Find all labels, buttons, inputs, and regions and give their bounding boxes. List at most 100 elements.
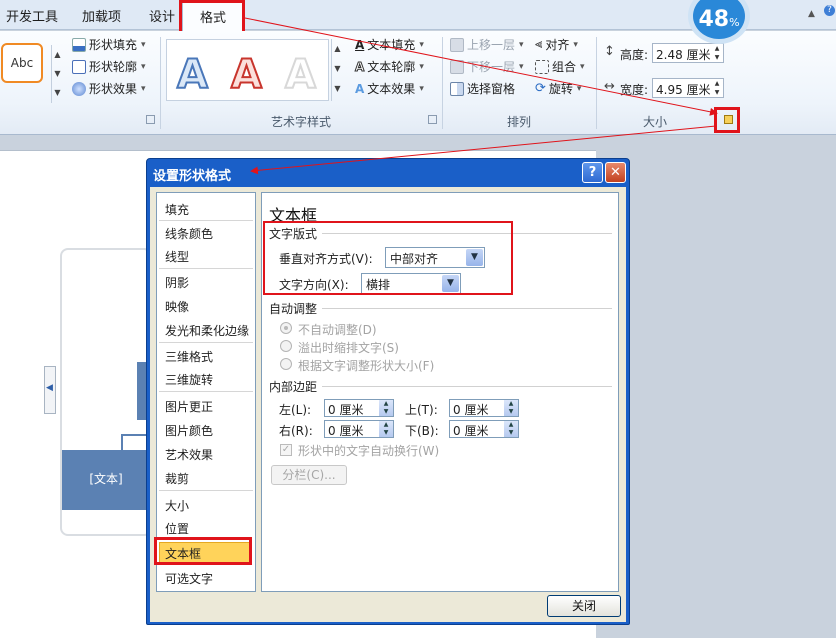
shape-fill-button[interactable]: 形状填充 ▾	[72, 36, 146, 53]
wordart-gallery[interactable]: A A A	[166, 39, 329, 101]
tab-addins[interactable]: 加载项	[82, 6, 121, 25]
text-fill-button[interactable]: A 文本填充 ▾	[355, 36, 424, 53]
section-internal-margin: 内部边距	[269, 380, 318, 394]
help-icon[interactable]: ?	[824, 5, 835, 16]
dialog-close-icon[interactable]: ✕	[605, 162, 626, 183]
selection-pane-button[interactable]: 选择窗格	[450, 80, 515, 97]
size-group-label: 大小	[642, 115, 667, 129]
nav-item-shadow[interactable]: 阴影	[165, 274, 189, 291]
nav-item-line-color[interactable]: 线条颜色	[165, 225, 213, 242]
nav-item-line-style[interactable]: 线型	[165, 248, 189, 265]
height-icon: ↕	[604, 44, 615, 59]
nav-item-fill[interactable]: 填充	[165, 201, 189, 218]
top-margin-input[interactable]: 0 厘米 ▲ ▼	[449, 399, 519, 417]
align-icon: ⫷	[535, 37, 543, 52]
spinner-icon[interactable]: ▲ ▼	[379, 421, 393, 437]
nav-item-picture-color[interactable]: 图片颜色	[165, 422, 213, 439]
annotation-box-text-layout	[263, 221, 513, 295]
nav-item-size[interactable]: 大小	[165, 497, 189, 514]
bring-forward-icon	[450, 37, 464, 52]
nav-item-glow[interactable]: 发光和柔化边缘	[165, 322, 249, 339]
paint-bucket-icon	[72, 37, 86, 52]
left-margin-input[interactable]: 0 厘米 ▲ ▼	[324, 399, 394, 417]
top-margin-label: 上(T):	[405, 403, 438, 417]
text-outline-button[interactable]: A 文本轮廓 ▾	[354, 58, 424, 75]
nav-divider	[159, 268, 253, 269]
shape-effects-button[interactable]: 形状效果 ▾	[72, 80, 146, 97]
spinner-icon[interactable]: ▲ ▼	[504, 421, 518, 437]
spinner-icon[interactable]: ▲ ▼	[379, 400, 393, 416]
wordart-style-red[interactable]: A	[230, 51, 263, 99]
columns-button[interactable]: 分栏(C)...	[271, 465, 347, 485]
nav-item-position[interactable]: 位置	[165, 520, 189, 537]
shape-style-preview[interactable]: Abc	[1, 43, 43, 83]
autofit-none-radio[interactable]	[280, 322, 292, 334]
wrap-text-checkbox[interactable]: ✓	[280, 444, 292, 456]
text-effects-button[interactable]: A 文本效果 ▾	[355, 80, 424, 97]
nav-divider	[159, 342, 253, 343]
wordart-launcher-icon[interactable]	[428, 115, 437, 124]
dropdown-arrow-icon: ▾	[141, 83, 146, 94]
section-divider	[322, 308, 612, 309]
rotate-button[interactable]: ⟳ 旋转 ▾	[535, 80, 581, 97]
autofit-resize-radio[interactable]	[280, 358, 292, 370]
height-label: 高度:	[620, 48, 649, 62]
tab-design[interactable]: 设计	[149, 6, 175, 25]
autofit-shrink-radio[interactable]	[280, 340, 292, 352]
group-button[interactable]: 组合 ▾	[535, 58, 585, 75]
dialog-title: 设置形状格式	[153, 169, 232, 184]
spinner-icon[interactable]: ▲ ▼	[504, 400, 518, 416]
autofit-resize-label: 根据文字调整形状大小(F)	[298, 359, 435, 373]
smartart-connector	[121, 434, 123, 450]
shape-outline-button[interactable]: 形状轮廓 ▾	[72, 58, 146, 75]
rotate-icon: ⟳	[535, 81, 546, 96]
annotation-box-size-launcher	[714, 107, 740, 133]
shape-style-scroll[interactable]: ▲ ▼ ▼	[51, 45, 63, 103]
nav-item-alt-text[interactable]: 可选文字	[165, 570, 213, 587]
bottom-margin-input[interactable]: 0 厘米 ▲ ▼	[449, 420, 519, 438]
text-outline-icon: A	[354, 59, 365, 74]
dropdown-arrow-icon: ▾	[576, 83, 582, 94]
height-spinner-icon[interactable]: ▲ ▼	[711, 44, 723, 62]
smartart-text-pane-toggle[interactable]: ◀	[44, 366, 56, 414]
section-autofit: 自动调整	[269, 302, 318, 316]
wordart-style-white[interactable]: A	[284, 51, 317, 99]
nav-divider	[159, 490, 253, 491]
shape-styles-launcher-icon[interactable]	[146, 115, 155, 124]
right-margin-label: 右(R):	[279, 424, 313, 438]
pen-outline-icon	[72, 59, 86, 74]
nav-item-crop[interactable]: 裁剪	[165, 470, 189, 487]
right-margin-input[interactable]: 0 厘米 ▲ ▼	[324, 420, 394, 438]
group-separator	[596, 37, 597, 129]
selection-pane-icon	[450, 81, 464, 96]
width-spinner-icon[interactable]: ▲ ▼	[711, 79, 723, 97]
left-margin-label: 左(L):	[279, 403, 312, 417]
wordart-scroll[interactable]: ▲ ▼ ▼	[331, 39, 343, 101]
bottom-margin-label: 下(B):	[405, 424, 439, 438]
nav-item-3d-rotation[interactable]: 三维旋转	[165, 371, 213, 388]
send-backward-icon	[450, 59, 464, 74]
nav-divider	[159, 220, 253, 221]
nav-item-3d-format[interactable]: 三维格式	[165, 348, 213, 365]
minimize-ribbon-icon[interactable]: ▲	[808, 9, 815, 19]
dropdown-arrow-icon: ▾	[419, 61, 424, 72]
send-backward-button[interactable]: 下移一层 ▾	[450, 58, 524, 75]
nav-item-reflection[interactable]: 映像	[165, 298, 189, 315]
width-icon: ↔	[604, 79, 615, 94]
height-input[interactable]: 2.48 厘米 ▲ ▼	[652, 43, 724, 63]
smartart-shape-text[interactable]: [文本]	[62, 450, 150, 510]
nav-item-artistic-effects[interactable]: 艺术效果	[165, 446, 213, 463]
width-label: 宽度:	[620, 83, 649, 97]
align-button[interactable]: ⫷ 对齐 ▾	[535, 36, 578, 53]
dropdown-arrow-icon: ▾	[573, 39, 578, 50]
category-list: 填充 线条颜色 线型 阴影 映像 发光和柔化边缘 三维格式 三维旋转 图片更正 …	[156, 192, 256, 592]
tab-dev-tools[interactable]: 开发工具	[6, 6, 58, 25]
dialog-close-button[interactable]: 关闭	[547, 595, 621, 617]
ribbon: Abc ▲ ▼ ▼ 形状填充 ▾ 形状轮廓 ▾ 形状效果 ▾ A A A ▲ ▼ ▼ A 文本…	[0, 31, 836, 135]
group-icon	[535, 59, 549, 74]
nav-item-picture-corrections[interactable]: 图片更正	[165, 398, 213, 415]
bring-forward-button[interactable]: 上移一层 ▾	[450, 36, 524, 53]
wordart-style-blue[interactable]: A	[176, 51, 209, 99]
dialog-help-button[interactable]: ?	[582, 162, 603, 183]
width-input[interactable]: 4.95 厘米 ▲ ▼	[652, 78, 724, 98]
